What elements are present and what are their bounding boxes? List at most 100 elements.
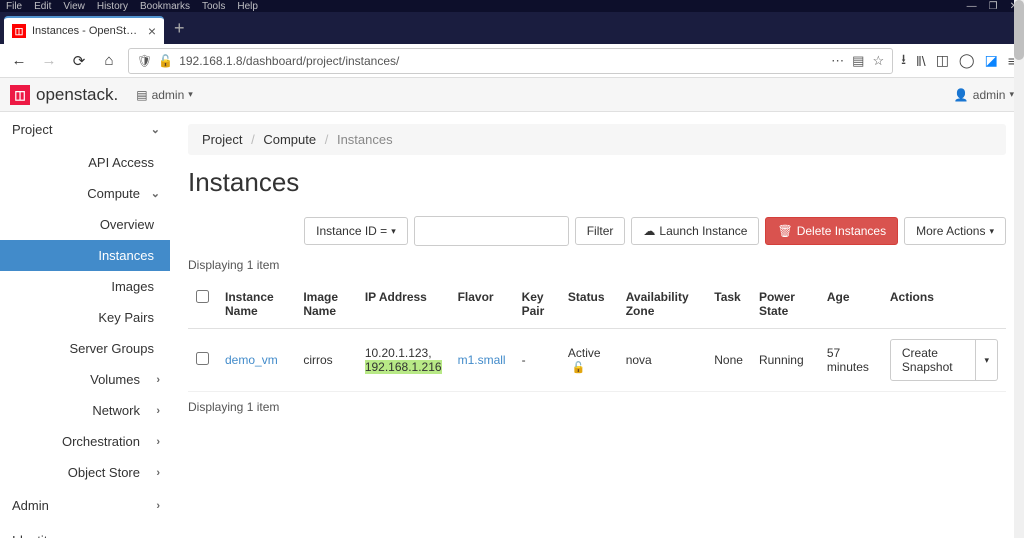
menu-history[interactable]: History (97, 1, 128, 12)
sidebar-item-identity[interactable]: Identity › (0, 523, 170, 538)
breadcrumb: Project / Compute / Instances (188, 124, 1006, 155)
downloads-icon[interactable]: ⭳ (901, 49, 906, 73)
browser-tab-bar: ◫ Instances - OpenStack Dashbo × + (0, 12, 1024, 44)
back-button[interactable]: ← (8, 50, 30, 72)
page-title: Instances (188, 167, 1006, 198)
library-icon[interactable]: ǁ\ (916, 53, 926, 69)
chevron-right-icon: › (156, 467, 160, 479)
sidebar-item-volumes[interactable]: Volumes › (0, 364, 170, 395)
account-icon[interactable]: ◯ (959, 52, 975, 69)
row-actions-dropdown[interactable]: ▾ (976, 339, 998, 381)
project-selector[interactable]: ▤ admin ▾ (136, 88, 193, 102)
sidebar-item-compute[interactable]: Compute ⌄ (0, 178, 170, 209)
menu-bookmarks[interactable]: Bookmarks (140, 1, 190, 12)
user-menu[interactable]: 👤 admin ▾ (954, 88, 1014, 102)
reader-icon[interactable]: ▤ (852, 53, 864, 69)
chevron-right-icon: › (156, 405, 160, 417)
cell-power: Running (751, 329, 819, 392)
delete-instances-button[interactable]: 🗑 Delete Instances (765, 217, 898, 245)
sidebar-item-object-store[interactable]: Object Store › (0, 457, 170, 488)
url-text: 192.168.1.8/dashboard/project/instances/ (179, 54, 399, 68)
tab-title: Instances - OpenStack Dashbo (32, 25, 142, 37)
sidebar-item-images[interactable]: Images (0, 271, 170, 302)
menu-help[interactable]: Help (237, 1, 258, 12)
cell-status: Active 🔓 (560, 329, 618, 392)
more-dots-icon[interactable]: ⋯ (831, 53, 844, 69)
display-count-top: Displaying 1 item (188, 258, 1006, 272)
menu-tools[interactable]: Tools (202, 1, 225, 12)
cell-image: cirros (295, 329, 357, 392)
cell-az: nova (618, 329, 707, 392)
browser-tab[interactable]: ◫ Instances - OpenStack Dashbo × (4, 16, 164, 44)
more-actions-dropdown[interactable]: More Actions ▾ (904, 217, 1006, 245)
sidebar-item-key-pairs[interactable]: Key Pairs (0, 302, 170, 333)
col-flavor: Flavor (450, 280, 514, 329)
flavor-link[interactable]: m1.small (458, 353, 506, 367)
insecure-lock-icon: 🔓 (158, 54, 173, 68)
chevron-right-icon: › (156, 535, 160, 538)
reload-button[interactable]: ⟳ (68, 50, 90, 72)
cell-ip: 10.20.1.123, 192.168.1.216 (357, 329, 450, 392)
breadcrumb-project[interactable]: Project (202, 132, 242, 147)
col-image-name: Image Name (295, 280, 357, 329)
col-actions: Actions (882, 280, 1006, 329)
highlighted-ip: 192.168.1.216 (365, 360, 442, 374)
caret-down-icon: ▾ (188, 89, 193, 100)
cloud-upload-icon: ☁ (643, 224, 655, 238)
menu-edit[interactable]: Edit (34, 1, 51, 12)
sidebar-item-instances[interactable]: Instances (0, 240, 170, 271)
instance-name-link[interactable]: demo_vm (225, 353, 278, 367)
bookmark-star-icon[interactable]: ☆ (872, 53, 884, 69)
sidebar-icon[interactable]: ◫ (936, 52, 949, 69)
window-maximize-icon[interactable]: ❐ (989, 1, 998, 12)
sidebar-item-server-groups[interactable]: Server Groups (0, 333, 170, 364)
chevron-right-icon: › (156, 500, 160, 512)
sidebar-item-api-access[interactable]: API Access (0, 147, 170, 178)
display-count-bottom: Displaying 1 item (188, 400, 1006, 414)
address-bar[interactable]: 🛡 🔓 192.168.1.8/dashboard/project/instan… (128, 48, 893, 74)
tab-close-icon[interactable]: × (148, 23, 156, 39)
filter-input[interactable] (414, 216, 569, 246)
breadcrumb-compute[interactable]: Compute (263, 132, 316, 147)
sidebar-item-orchestration[interactable]: Orchestration › (0, 426, 170, 457)
menu-view[interactable]: View (63, 1, 85, 12)
col-age: Age (819, 280, 882, 329)
filter-button[interactable]: Filter (575, 217, 626, 245)
caret-down-icon: ▾ (391, 226, 396, 237)
brand-logo[interactable]: ◫ openstack. (10, 85, 118, 105)
create-snapshot-button[interactable]: Create Snapshot (890, 339, 977, 381)
breadcrumb-current: Instances (337, 132, 393, 147)
chevron-down-icon: ⌄ (151, 123, 160, 136)
launch-instance-button[interactable]: ☁ Launch Instance (631, 217, 759, 245)
home-button[interactable]: ⌂ (98, 50, 120, 72)
window-titlebar: File Edit View History Bookmarks Tools H… (0, 0, 1024, 12)
chevron-right-icon: › (156, 374, 160, 386)
sidebar-item-overview[interactable]: Overview (0, 209, 170, 240)
instances-toolbar: Instance ID = ▾ Filter ☁ Launch Instance… (188, 216, 1006, 246)
col-instance-name: Instance Name (217, 280, 295, 329)
col-power-state: Power State (751, 280, 819, 329)
extension-icon[interactable]: ◪ (985, 52, 998, 69)
sidebar-item-admin[interactable]: Admin › (0, 488, 170, 523)
caret-down-icon: ▾ (984, 355, 989, 366)
user-icon: 👤 (954, 88, 969, 102)
select-all-checkbox[interactable] (196, 290, 209, 303)
row-checkbox[interactable] (196, 352, 209, 365)
vertical-scrollbar[interactable] (1014, 0, 1024, 538)
openstack-logo-icon: ◫ (10, 85, 30, 105)
caret-down-icon: ▾ (989, 226, 994, 237)
main-content: Project / Compute / Instances Instances … (170, 112, 1024, 538)
sidebar-item-network[interactable]: Network › (0, 395, 170, 426)
scrollbar-thumb[interactable] (1014, 0, 1024, 60)
filter-mode-dropdown[interactable]: Instance ID = ▾ (304, 217, 408, 245)
chevron-down-icon: ⌄ (151, 187, 160, 200)
menu-file[interactable]: File (6, 1, 22, 12)
col-key-pair: Key Pair (514, 280, 560, 329)
forward-button[interactable]: → (38, 50, 60, 72)
openstack-header: ◫ openstack. ▤ admin ▾ 👤 admin ▾ (0, 78, 1024, 112)
new-tab-button[interactable]: + (164, 18, 195, 39)
sidebar-item-project[interactable]: Project ⌄ (0, 112, 170, 147)
col-availability-zone: Availability Zone (618, 280, 707, 329)
col-task: Task (706, 280, 751, 329)
window-minimize-icon[interactable]: — (967, 1, 977, 12)
